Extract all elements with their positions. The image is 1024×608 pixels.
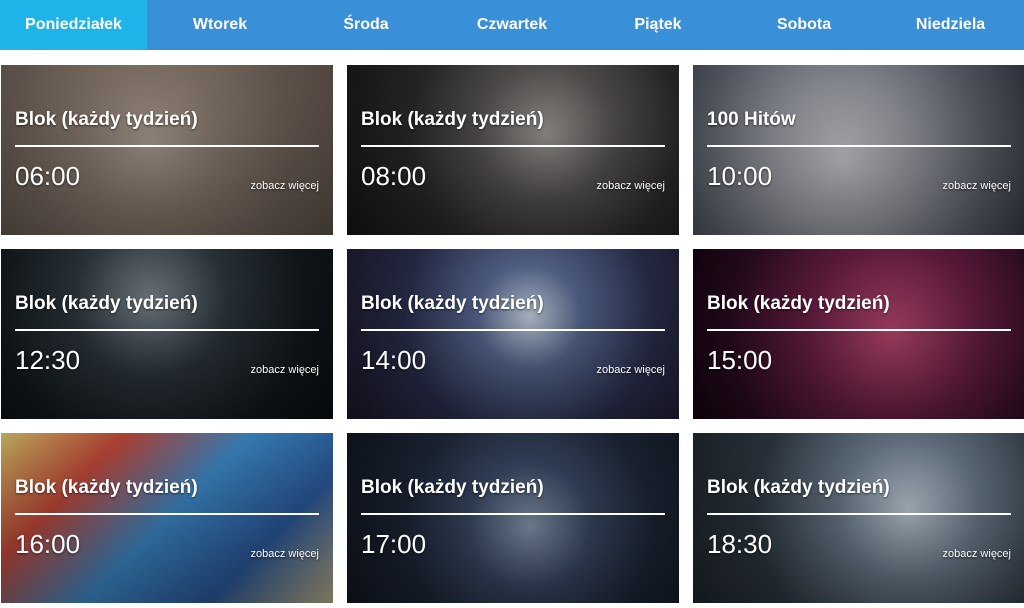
- card-title: Blok (każdy tydzień): [15, 293, 198, 314]
- tab-wtorek[interactable]: Wtorek: [147, 0, 293, 50]
- card-divider: [707, 329, 1011, 331]
- schedule-card[interactable]: Blok (każdy tydzień) 14:00 zobacz więcej: [347, 249, 679, 419]
- card-title: Blok (każdy tydzień): [15, 109, 198, 130]
- tab-poniedzialek[interactable]: Poniedziałek: [0, 0, 147, 50]
- card-divider: [15, 145, 319, 147]
- card-title: Blok (każdy tydzień): [361, 109, 544, 130]
- see-more-link[interactable]: zobacz więcej: [597, 180, 665, 192]
- day-tabs: Poniedziałek Wtorek Środa Czwartek Piąte…: [0, 0, 1024, 50]
- schedule-card[interactable]: Blok (każdy tydzień) 08:00 zobacz więcej: [347, 65, 679, 235]
- card-time: 12:30: [15, 345, 81, 375]
- card-time: 08:00: [361, 161, 427, 191]
- see-more-link[interactable]: zobacz więcej: [251, 180, 319, 192]
- tab-sroda[interactable]: Środa: [293, 0, 439, 50]
- schedule-card[interactable]: Blok (każdy tydzień) 17:00: [347, 433, 679, 603]
- card-divider: [15, 513, 319, 515]
- tab-czwartek[interactable]: Czwartek: [439, 0, 585, 50]
- see-more-link[interactable]: zobacz więcej: [251, 548, 319, 560]
- card-divider: [707, 513, 1011, 515]
- card-title: Blok (każdy tydzień): [707, 293, 890, 314]
- card-time: 18:30: [707, 529, 773, 559]
- card-time: 17:00: [361, 529, 427, 559]
- tab-sobota[interactable]: Sobota: [731, 0, 877, 50]
- card-time: 14:00: [361, 345, 427, 375]
- card-divider: [15, 329, 319, 331]
- card-time: 10:00: [707, 161, 773, 191]
- card-title: Blok (każdy tydzień): [361, 477, 544, 498]
- card-title: Blok (każdy tydzień): [707, 477, 890, 498]
- see-more-link[interactable]: zobacz więcej: [943, 180, 1011, 192]
- see-more-link[interactable]: zobacz więcej: [251, 364, 319, 376]
- schedule-card[interactable]: 100 Hitów 10:00 zobacz więcej: [693, 65, 1024, 235]
- card-time: 15:00: [707, 345, 773, 375]
- card-title: 100 Hitów: [707, 109, 796, 130]
- card-divider: [361, 513, 665, 515]
- schedule-card[interactable]: Blok (każdy tydzień) 18:30 zobacz więcej: [693, 433, 1024, 603]
- schedule-grid: Blok (każdy tydzień) 06:00 zobacz więcej…: [1, 65, 1024, 603]
- card-time: 06:00: [15, 161, 81, 191]
- schedule-card[interactable]: Blok (każdy tydzień) 06:00 zobacz więcej: [1, 65, 333, 235]
- tab-piatek[interactable]: Piątek: [585, 0, 731, 50]
- card-title: Blok (każdy tydzień): [15, 477, 198, 498]
- card-time: 16:00: [15, 529, 81, 559]
- see-more-link[interactable]: zobacz więcej: [943, 548, 1011, 560]
- card-title: Blok (każdy tydzień): [361, 293, 544, 314]
- tab-niedziela[interactable]: Niedziela: [877, 0, 1024, 50]
- schedule-card[interactable]: Blok (każdy tydzień) 16:00 zobacz więcej: [1, 433, 333, 603]
- card-divider: [361, 329, 665, 331]
- schedule-card[interactable]: Blok (każdy tydzień) 15:00: [693, 249, 1024, 419]
- see-more-link[interactable]: zobacz więcej: [597, 364, 665, 376]
- card-divider: [361, 145, 665, 147]
- card-divider: [707, 145, 1011, 147]
- schedule-card[interactable]: Blok (każdy tydzień) 12:30 zobacz więcej: [1, 249, 333, 419]
